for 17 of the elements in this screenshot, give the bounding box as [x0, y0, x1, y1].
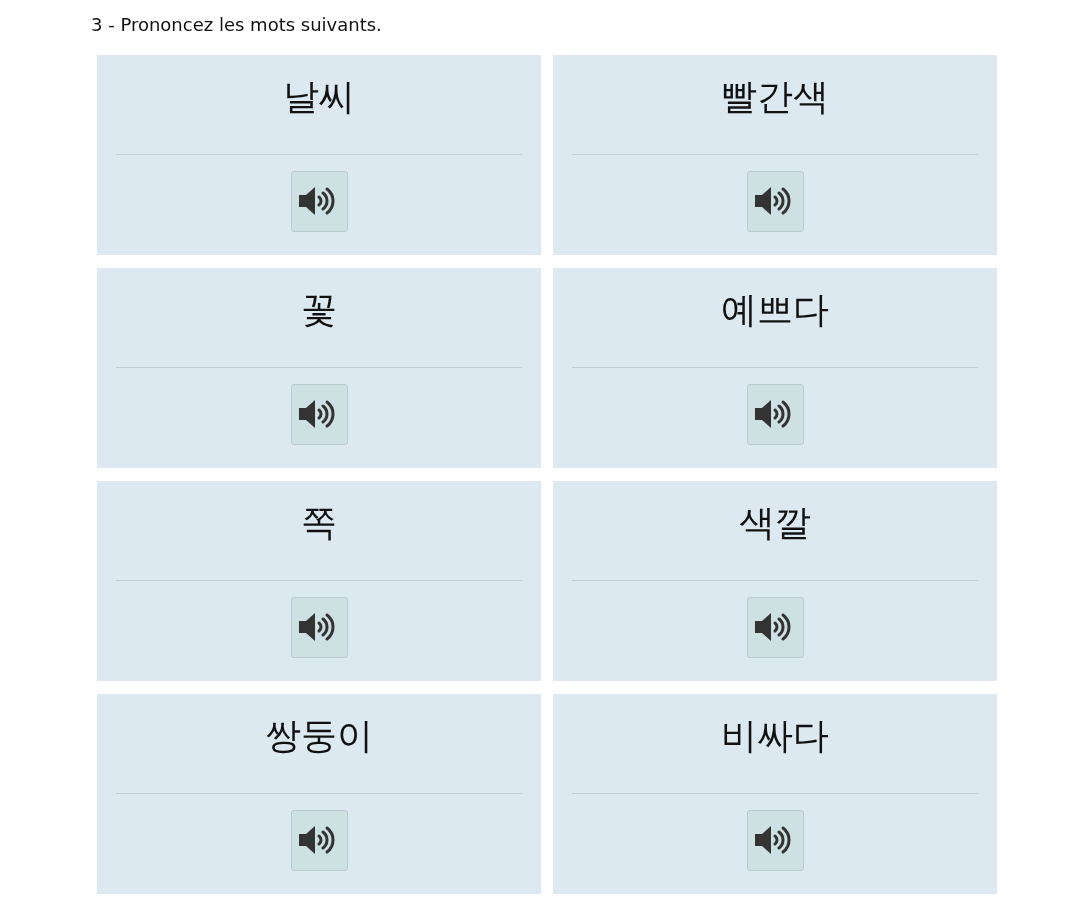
play-audio-button[interactable]: [290, 383, 348, 445]
word: 쌍둥이: [265, 714, 373, 758]
word: 쪽: [301, 501, 337, 545]
play-audio-button[interactable]: [290, 809, 348, 871]
instruction-text: 3 - Prononcez les mots suivants.: [91, 14, 383, 36]
play-audio-button[interactable]: [290, 596, 348, 658]
play-audio-button[interactable]: [746, 596, 804, 658]
word: 꽃: [301, 288, 337, 332]
play-audio-button[interactable]: [746, 383, 804, 445]
play-audio-button[interactable]: [746, 170, 804, 232]
play-audio-button[interactable]: [290, 170, 348, 232]
word: 예쁘다: [721, 288, 829, 332]
word: 색깔: [739, 501, 811, 545]
word: 비싸다: [721, 714, 829, 758]
word: 날씨: [283, 75, 355, 119]
play-audio-button[interactable]: [746, 809, 804, 871]
word: 빨간색: [721, 75, 829, 119]
